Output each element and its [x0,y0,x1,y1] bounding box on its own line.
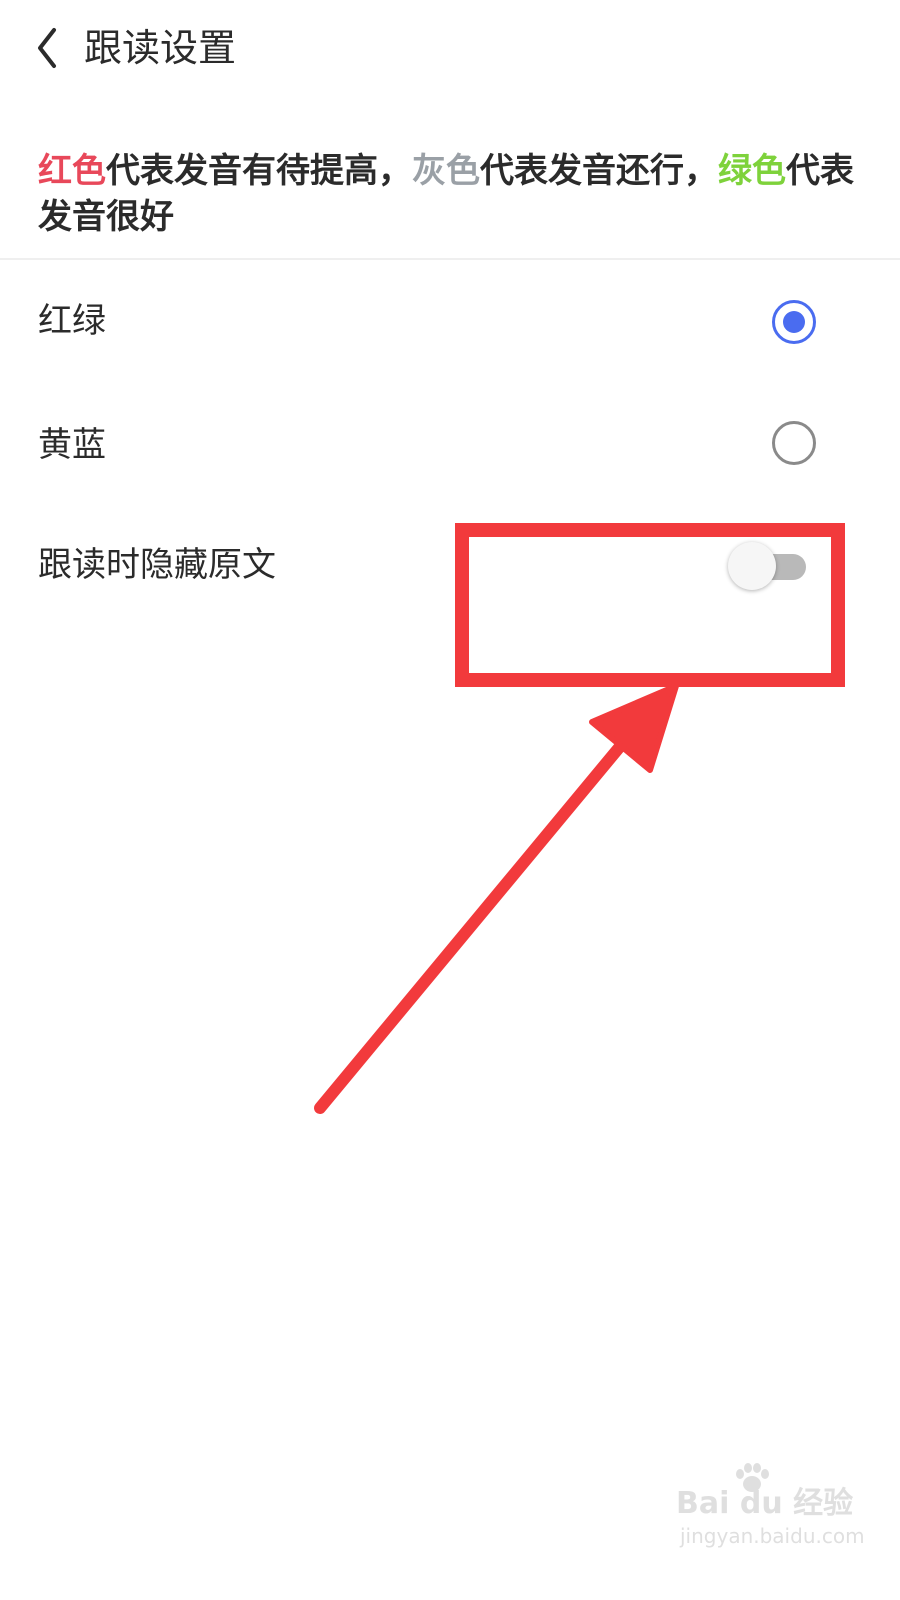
header-bar: 跟读设置 [0,0,900,100]
page-title: 跟读设置 [84,26,237,70]
legend-red-text: 代表发音有待提高， [106,151,412,191]
radio-unselected-yellow-blue[interactable] [772,421,816,465]
annotation-arrow-head [589,683,679,773]
legend-red-label: 红色 [38,151,106,191]
option-label: 黄蓝 [38,425,106,465]
legend-green-label: 绿色 [718,151,786,191]
color-legend-description: 红色代表发音有待提高，灰色代表发音还行，绿色代表发音很好 [38,148,868,240]
toggle-label: 跟读时隐藏原文 [38,545,276,585]
back-button[interactable] [22,16,78,80]
watermark-brand: Bai du 经验 [676,1486,854,1521]
watermark-url: jingyan.baidu.com [680,1524,865,1548]
annotation-arrow-shaft [314,714,648,1114]
legend-gray-label: 灰色 [412,151,480,191]
chevron-left-icon [38,28,56,68]
legend-gray-text: 代表发音还行， [480,151,718,191]
baidu-jingyan-watermark: Bai du 经验 jingyan.baidu.com [676,1463,865,1568]
section-divider [0,258,900,260]
option-label: 红绿 [38,301,106,341]
toggle-thumb[interactable] [728,542,776,590]
radio-selected-red-green[interactable] [772,300,816,344]
option-row-red-green[interactable]: 红绿 [0,266,900,376]
annotation-overlay [314,523,845,1114]
option-row-yellow-blue[interactable]: 黄蓝 [0,388,900,498]
